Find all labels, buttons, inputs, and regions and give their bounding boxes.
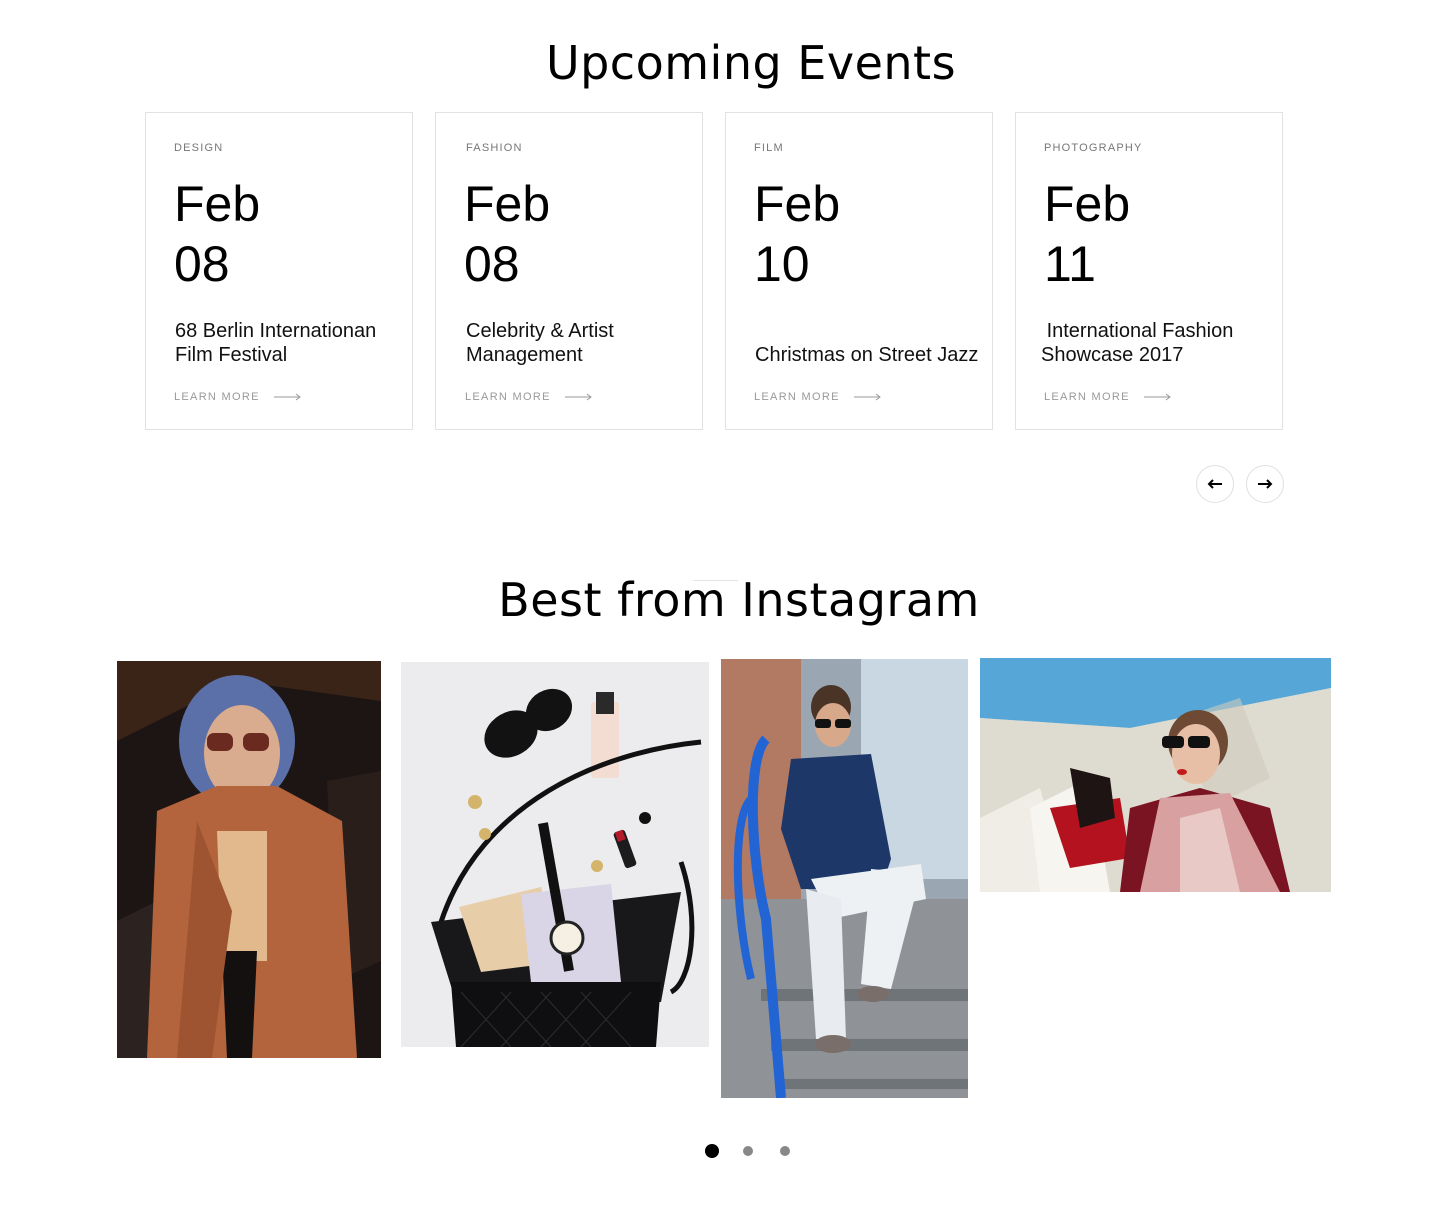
handbag-flatlay-photo[interactable] <box>401 662 709 1047</box>
event-card[interactable]: FASHION Feb 08 Celebrity & Artist Manage… <box>435 112 703 430</box>
learn-more-label: LEARN MORE <box>1044 391 1130 403</box>
event-category: FILM <box>754 142 784 154</box>
event-day: 08 <box>174 236 230 292</box>
event-title[interactable]: International Fashion Showcase 2017 <box>1041 319 1271 367</box>
next-event-button[interactable] <box>1246 465 1284 503</box>
instagram-title: Best from Instagram <box>498 573 980 627</box>
learn-more-link[interactable]: LEARN MORE <box>1044 391 1172 403</box>
pagination-dot-2[interactable] <box>743 1146 753 1156</box>
event-card[interactable]: DESIGN Feb 08 68 Berlin Internationan Fi… <box>145 112 413 430</box>
learn-more-label: LEARN MORE <box>465 391 551 403</box>
learn-more-link[interactable]: LEARN MORE <box>465 391 593 403</box>
event-title[interactable]: Celebrity & Artist Management <box>466 319 696 367</box>
event-category: FASHION <box>466 142 523 154</box>
event-category: PHOTOGRAPHY <box>1044 142 1143 154</box>
event-month: Feb <box>754 176 841 232</box>
learn-more-label: LEARN MORE <box>754 391 840 403</box>
long-arrow-right-icon <box>564 393 592 401</box>
woman-in-coat-photo[interactable] <box>117 661 381 1058</box>
event-day: 10 <box>754 236 810 292</box>
woman-shopping-photo[interactable] <box>980 658 1331 892</box>
learn-more-link[interactable]: LEARN MORE <box>174 391 302 403</box>
event-month: Feb <box>174 176 261 232</box>
prev-event-button[interactable] <box>1196 465 1234 503</box>
pagination-dot-3[interactable] <box>780 1146 790 1156</box>
event-card[interactable]: FILM Feb 10 Christmas on Street Jazz LEA… <box>725 112 993 430</box>
man-on-stairs-photo[interactable] <box>721 659 968 1098</box>
event-title[interactable]: 68 Berlin Internationan Film Festival <box>175 319 405 367</box>
event-day: 11 <box>1044 236 1096 292</box>
event-title[interactable]: Christmas on Street Jazz <box>755 343 995 367</box>
event-month: Feb <box>464 176 551 232</box>
learn-more-label: LEARN MORE <box>174 391 260 403</box>
event-month: Feb <box>1044 176 1131 232</box>
event-card[interactable]: PHOTOGRAPHY Feb 11 International Fashion… <box>1015 112 1283 430</box>
event-day: 08 <box>464 236 520 292</box>
long-arrow-right-icon <box>1143 393 1171 401</box>
arrow-right-icon <box>1258 479 1273 489</box>
upcoming-events-title: Upcoming Events <box>545 36 957 90</box>
event-category: DESIGN <box>174 142 224 154</box>
learn-more-link[interactable]: LEARN MORE <box>754 391 882 403</box>
pagination-dot-1[interactable] <box>705 1144 719 1158</box>
long-arrow-right-icon <box>273 393 301 401</box>
arrow-left-icon <box>1207 479 1222 489</box>
long-arrow-right-icon <box>853 393 881 401</box>
